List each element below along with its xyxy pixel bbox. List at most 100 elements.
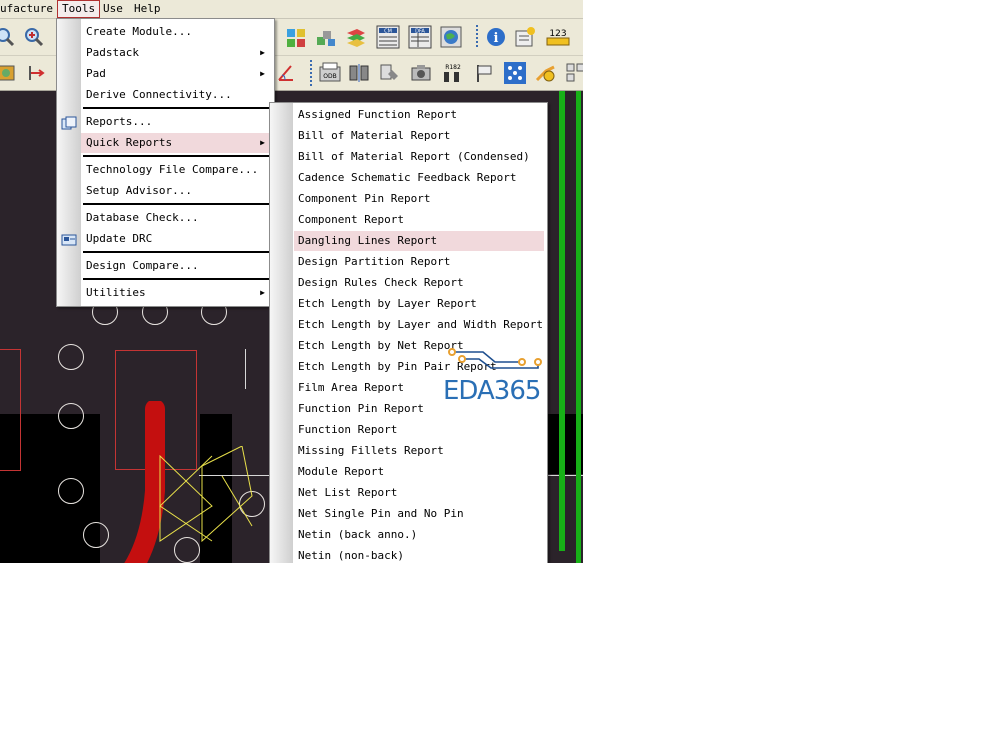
report-item[interactable]: Design Rules Check Report [294, 273, 544, 293]
report-item[interactable]: Missing Fillets Report [294, 441, 544, 461]
report-item[interactable]: Netin (non-back) [294, 546, 544, 563]
menu-tools[interactable]: Tools [57, 0, 101, 18]
menu-item-label: Utilities [86, 286, 146, 299]
report-item[interactable]: Netin (back anno.) [294, 525, 544, 545]
update-drc-icon [61, 232, 77, 246]
menu-item-label: Database Check... [86, 211, 199, 224]
menu-separator [83, 155, 270, 157]
menu-help[interactable]: Help [130, 1, 165, 17]
route-icon[interactable] [534, 62, 556, 84]
report-item[interactable]: Etch Length by Layer and Width Report [294, 315, 544, 335]
menu-item-create-module[interactable]: Create Module... [81, 22, 269, 42]
move-icon[interactable] [25, 62, 47, 84]
color-grid-icon[interactable] [285, 27, 307, 49]
menu-item-design-compare[interactable]: Design Compare... [81, 256, 269, 276]
report-item[interactable]: Bill of Material Report (Condensed) [294, 147, 544, 167]
report-item-label: Component Report [298, 213, 404, 226]
stack-icon[interactable] [345, 27, 367, 49]
report-item[interactable]: Etch Length by Layer Report [294, 294, 544, 314]
yellow-component-symbol [152, 445, 262, 546]
menu-item-label: Setup Advisor... [86, 184, 192, 197]
report-item[interactable]: Component Report [294, 210, 544, 230]
menu-icon-gutter [57, 19, 81, 306]
report-item-label: Bill of Material Report (Condensed) [298, 150, 530, 163]
report-item-label: Assigned Function Report [298, 108, 457, 121]
green-trace [559, 91, 565, 551]
menu-item-pad[interactable]: Pad ▶ [81, 64, 269, 84]
menu-item-technology-file-compare[interactable]: Technology File Compare... [81, 160, 269, 180]
svg-text:i: i [494, 31, 499, 46]
tool-edit-icon[interactable] [378, 62, 400, 84]
report-item[interactable]: Module Report [294, 462, 544, 482]
menu-item-database-check[interactable]: Database Check... [81, 208, 269, 228]
globe-icon[interactable] [440, 26, 462, 48]
zoom-fit-icon[interactable] [0, 26, 16, 48]
component-symbol-lines [159, 445, 253, 543]
odb-badge: ODB [323, 73, 336, 80]
report-item[interactable]: Design Partition Report [294, 252, 544, 272]
report-item-label: Function Report [298, 423, 398, 436]
layers-icon[interactable] [315, 27, 337, 49]
eda365-watermark: EDA365 [443, 346, 555, 406]
cm-icon[interactable]: CM [376, 25, 400, 49]
quick-reports-submenu: Assigned Function Report Bill of Materia… [269, 102, 548, 563]
zoom-in-icon[interactable] [23, 26, 45, 48]
refdes-icon[interactable]: R182 [440, 60, 466, 86]
menu-separator [83, 251, 270, 253]
dfa-badge: DFA [415, 29, 425, 35]
menu-item-setup-advisor[interactable]: Setup Advisor... [81, 181, 269, 201]
flag-icon[interactable] [473, 62, 495, 84]
menu-item-quick-reports[interactable]: Quick Reports ▶ [81, 133, 269, 153]
report-item[interactable]: Component Pin Report [294, 189, 544, 209]
camera-icon[interactable] [410, 62, 432, 84]
report-item-label: Net List Report [298, 486, 398, 499]
report-item-label: Dangling Lines Report [298, 234, 438, 247]
report-item-label: Missing Fillets Report [298, 444, 444, 457]
menu-item-label: Technology File Compare... [86, 163, 259, 176]
menu-use[interactable]: Use [99, 1, 127, 17]
circuit-trace-logo-icon [448, 348, 542, 369]
dfa-icon[interactable]: DFA [408, 25, 432, 49]
report-item-label: Cadence Schematic Feedback Report [298, 171, 517, 184]
menu-item-utilities[interactable]: Utilities ▶ [81, 283, 269, 303]
menu-separator [83, 203, 270, 205]
menu-manufacture[interactable]: ufacture [0, 1, 57, 17]
report-item-label: Etch Length by Layer and Width Report [298, 318, 544, 331]
report-item-label: Netin (back anno.) [298, 528, 418, 541]
report-item[interactable]: Bill of Material Report [294, 126, 544, 146]
report-item[interactable]: Net Single Pin and No Pin [294, 504, 544, 524]
menu-item-padstack[interactable]: Padstack ▶ [81, 43, 269, 63]
menu-item-update-drc[interactable]: Update DRC [81, 229, 269, 249]
property-icon[interactable] [514, 26, 536, 48]
split-icon[interactable] [348, 62, 370, 84]
report-item[interactable]: Function Report [294, 420, 544, 440]
angle-icon[interactable] [275, 62, 297, 84]
menu-item-derive-connectivity[interactable]: Derive Connectivity... [81, 85, 269, 105]
report-item[interactable]: Assigned Function Report [294, 105, 544, 125]
odb-icon[interactable]: ODB [318, 61, 342, 85]
menu-icon-gutter [270, 103, 293, 563]
report-item-label: Design Rules Check Report [298, 276, 464, 289]
menu-separator [83, 107, 270, 109]
component-outline [0, 349, 21, 471]
submenu-arrow-icon: ▶ [260, 288, 265, 297]
report-item[interactable]: Net List Report [294, 483, 544, 503]
array-icon[interactable] [565, 62, 583, 84]
component-icon[interactable] [0, 62, 18, 84]
menu-item-label: Create Module... [86, 25, 192, 38]
menu-item-label: Derive Connectivity... [86, 88, 232, 101]
menu-item-label: Quick Reports [86, 136, 173, 149]
menu-separator [83, 278, 270, 280]
measure-icon[interactable]: 123 [545, 26, 571, 48]
via [58, 478, 84, 504]
grid-snap-icon[interactable] [503, 61, 527, 85]
report-item-label: Component Pin Report [298, 192, 431, 205]
refdes-badge: R182 [445, 64, 461, 71]
info-icon[interactable]: i [485, 26, 507, 48]
menu-item-reports[interactable]: Reports... [81, 112, 269, 132]
toolbar-separator [476, 25, 478, 49]
report-item-label: Design Partition Report [298, 255, 451, 268]
menu-item-label: Reports... [86, 115, 153, 128]
report-item-dangling-lines[interactable]: Dangling Lines Report [294, 231, 544, 251]
report-item[interactable]: Cadence Schematic Feedback Report [294, 168, 544, 188]
